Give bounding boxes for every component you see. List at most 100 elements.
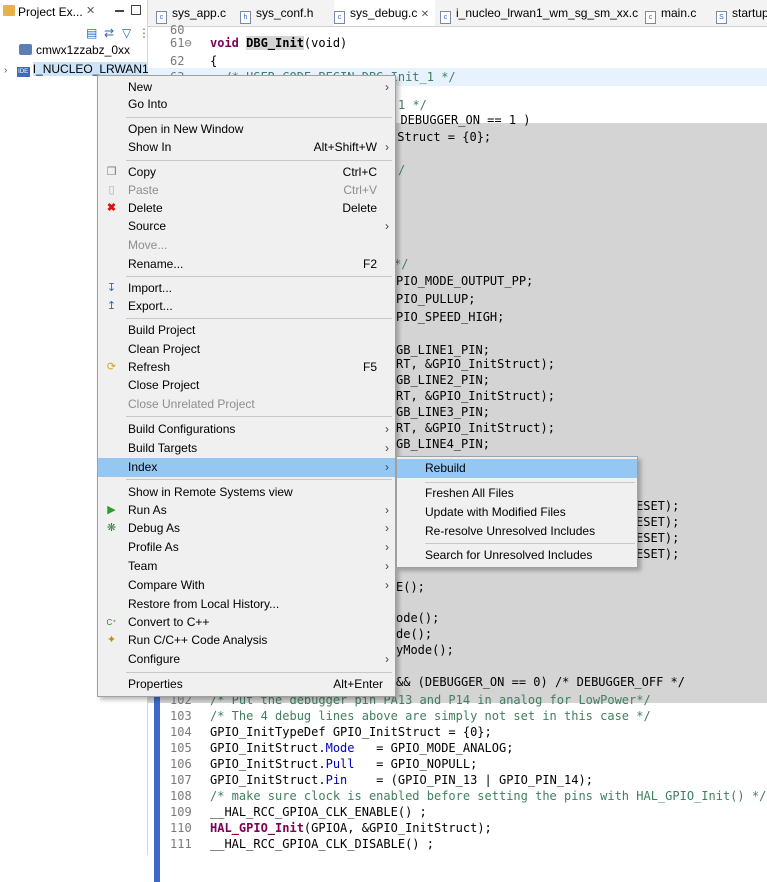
menu-item-rebuild[interactable]: Rebuild (397, 459, 637, 478)
close-icon[interactable]: ✕ (421, 9, 429, 20)
debug-icon: ❋ (106, 522, 117, 534)
minimize-icon[interactable] (115, 10, 124, 12)
c-file-icon: c (440, 11, 451, 24)
menu-item-show-in-remote-systems[interactable]: Show in Remote Systems view (98, 483, 395, 502)
menu-item-re-resolve-unresolved-includes[interactable]: Re-resolve Unresolved Includes (397, 522, 637, 541)
index-submenu: Rebuild Freshen All Files Update with Mo… (396, 456, 638, 568)
menu-item-show-in[interactable]: Show In Alt+Shift+W › (98, 138, 395, 157)
menu-separator (126, 479, 392, 480)
code-fragment: yMode(); (396, 643, 454, 657)
filter-icon[interactable]: ▽ (122, 26, 131, 40)
menu-item-close-project[interactable]: Close Project (98, 376, 395, 395)
menu-item-import[interactable]: ↧ Import... (98, 279, 395, 298)
c-file-icon: c (156, 11, 167, 24)
menu-item-search-for-unresolved-includes[interactable]: Search for Unresolved Includes (397, 546, 637, 565)
maximize-icon[interactable] (131, 5, 141, 15)
menu-item-properties[interactable]: Properties Alt+Enter (98, 675, 395, 694)
project-explorer-title: Project Ex... (18, 5, 83, 19)
menu-item-run-code-analysis[interactable]: ✦ Run C/C++ Code Analysis (98, 631, 395, 650)
menu-item-source[interactable]: Source › (98, 217, 395, 236)
chevron-right-icon: › (385, 540, 389, 554)
menu-item-refresh[interactable]: ⟳ Refresh F5 (98, 358, 395, 377)
copy-icon: ❐ (106, 166, 117, 178)
menu-item-go-into[interactable]: Go Into (98, 95, 395, 114)
code-fragment: ESET); (636, 547, 680, 561)
code-fragment: E(); (396, 580, 425, 594)
menu-item-update-with-modified-files[interactable]: Update with Modified Files (397, 503, 637, 522)
h-file-icon: h (240, 11, 251, 24)
code-fragment: tStruct = {0}; (390, 130, 492, 144)
menu-item-configure[interactable]: Configure › (98, 650, 395, 669)
menu-item-delete[interactable]: ✖ Delete Delete (98, 199, 395, 218)
chevron-right-icon: › (385, 422, 389, 436)
menu-item-copy[interactable]: ❐ Copy Ctrl+C (98, 163, 395, 182)
chevron-right-icon[interactable]: › (4, 65, 7, 76)
ruler-marker (154, 693, 160, 882)
code-fragment: / (398, 163, 406, 177)
tab-sys-conf-h[interactable]: h sys_conf.h (240, 0, 313, 26)
code-analysis-icon: ✦ (106, 634, 117, 646)
menu-item-profile-as[interactable]: Profile As › (98, 538, 395, 557)
menu-item-close-unrelated-project[interactable]: Close Unrelated Project (98, 395, 395, 414)
menu-item-convert-to-cpp[interactable]: C⁺ Convert to C++ (98, 613, 395, 632)
c-file-icon: c (645, 11, 656, 24)
tab-sys-app-c[interactable]: c sys_app.c (156, 0, 226, 26)
menu-item-move[interactable]: Move... (98, 236, 395, 255)
menu-item-build-targets[interactable]: Build Targets › (98, 439, 395, 458)
c-file-icon: c (334, 11, 345, 24)
code-fragment: */ (394, 257, 409, 271)
code-fragment: PIO_PULLUP; (396, 292, 476, 306)
menu-item-build-configurations[interactable]: Build Configurations › (98, 420, 395, 439)
menu-item-freshen-all-files[interactable]: Freshen All Files (397, 484, 637, 503)
tree-item-label: I_NUCLEO_LRWAN1 (32, 62, 149, 76)
menu-separator (126, 160, 392, 161)
tab-sys-debug-c[interactable]: c sys_debug.c ✕ (334, 0, 436, 26)
tree-item-project[interactable]: cmwx1zzabz_0xx (19, 43, 130, 61)
menu-item-restore-from-local-history[interactable]: Restore from Local History... (98, 595, 395, 614)
delete-icon: ✖ (106, 202, 117, 214)
menu-item-open-in-new-window[interactable]: Open in New Window (98, 120, 395, 139)
chevron-right-icon: › (385, 578, 389, 592)
chevron-right-icon: › (385, 460, 389, 474)
menu-item-team[interactable]: Team › (98, 557, 395, 576)
menu-separator (126, 416, 392, 417)
code-fragment: && (DEBUGGER_ON == 0) /* DEBUGGER_OFF */ (396, 675, 685, 689)
menu-item-run-as[interactable]: ▶ Run As › (98, 501, 395, 520)
code-fragment: PIO_MODE_OUTPUT_PP; (396, 274, 534, 288)
chevron-right-icon: › (385, 652, 389, 666)
s-file-icon: S (716, 11, 727, 24)
menu-separator (126, 318, 392, 319)
tab-i-nucleo-lrwan1[interactable]: c i_nucleo_lrwan1_wm_sg_sm_xx.c (440, 0, 638, 26)
menu-separator (126, 117, 392, 118)
run-icon: ▶ (107, 504, 116, 516)
chevron-right-icon: › (385, 441, 389, 455)
code-fragment: ( DEBUGGER_ON == 1 ) (386, 113, 531, 127)
menu-item-clean-project[interactable]: Clean Project (98, 340, 395, 359)
context-menu: New › Go Into Open in New Window Show In A… (97, 75, 396, 697)
menu-item-paste[interactable]: ▯ Paste Ctrl+V (98, 181, 395, 200)
menu-separator (425, 482, 635, 483)
chevron-right-icon: › (385, 219, 389, 233)
collapse-all-icon[interactable]: ▤ (86, 26, 97, 40)
project-explorer-tab[interactable]: Project Ex... ✕ (0, 0, 147, 24)
export-icon: ↥ (106, 300, 117, 312)
menu-item-build-project[interactable]: Build Project (98, 321, 395, 340)
link-with-editor-icon[interactable]: ⇄ (104, 26, 114, 40)
close-icon[interactable]: ✕ (86, 4, 95, 17)
menu-item-index[interactable]: Index › (98, 458, 395, 477)
ide-project-icon: IDE (16, 67, 30, 77)
explorer-toolbar: ▤ ⇄ ▽ ⋮ (0, 24, 150, 42)
menu-item-compare-with[interactable]: Compare With › (98, 576, 395, 595)
convert-cpp-icon: C⁺ (106, 618, 117, 627)
tab-main-c[interactable]: c main.c (645, 0, 696, 26)
menu-item-debug-as[interactable]: ❋ Debug As › (98, 519, 395, 538)
menu-item-export[interactable]: ↥ Export... (98, 297, 395, 316)
menu-item-rename[interactable]: Rename... F2 (98, 255, 395, 274)
chevron-right-icon: › (385, 521, 389, 535)
import-icon: ↧ (106, 282, 117, 294)
tab-startup[interactable]: Sstartup (716, 0, 767, 26)
code-fragment: GB_LINE4_PIN; (396, 437, 490, 451)
menu-separator (425, 543, 635, 544)
tree-item-label: cmwx1zzabz_0xx (36, 43, 131, 57)
folder-icon (19, 44, 32, 55)
